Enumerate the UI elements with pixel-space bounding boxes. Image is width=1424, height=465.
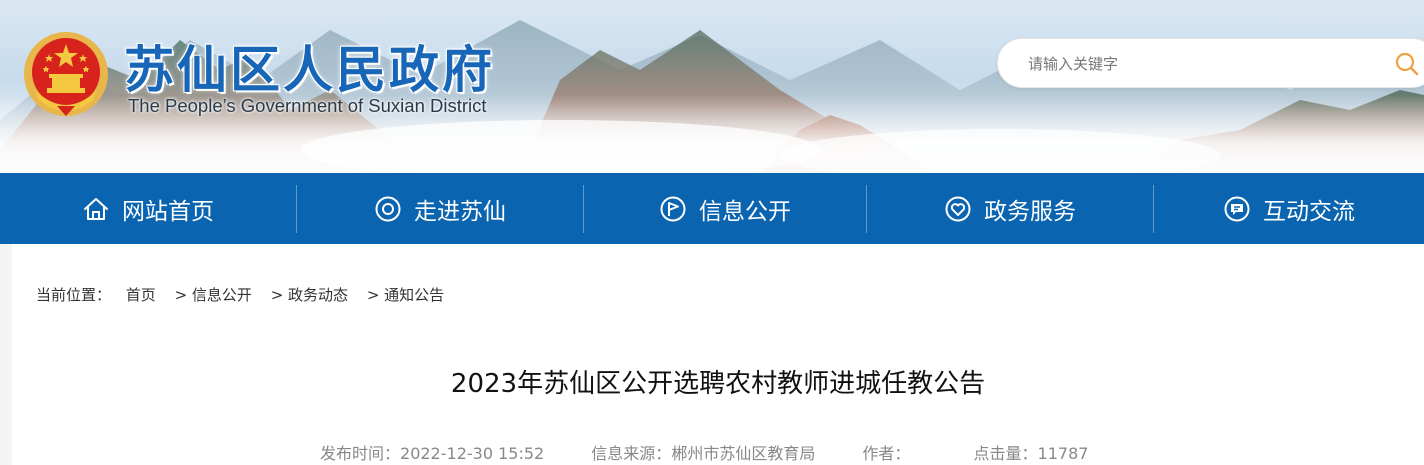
breadcrumb-home[interactable]: 首页 [126,284,156,305]
search-box [997,38,1424,88]
chat-circle-icon [1224,196,1250,221]
article-meta: 发布时间：2022-12-30 15:52 信息来源：郴州市苏仙区教育局 作者：… [320,440,1088,464]
search-icon[interactable] [1394,51,1420,77]
nav-item-label: 网站首页 [122,198,214,225]
breadcrumb-prefix: 当前位置： [36,286,112,304]
author-label: 作者： [862,444,911,463]
nav-item-label: 互动交流 [1263,198,1355,225]
source-value: 郴州市苏仙区教育局 [671,444,816,463]
main-nav: 网站首页 走进苏仙 信息公开 政务服务 互动交流 [0,173,1424,244]
breadcrumb-info-disclosure[interactable]: > 信息公开 [175,284,252,305]
views-label: 点击量： [973,444,1038,463]
publish-time-label: 发布时间： [320,444,401,463]
nav-item-about[interactable]: 走进苏仙 [297,173,583,244]
nav-item-home[interactable]: 网站首页 [0,173,296,244]
site-subtitle: The People’s Government of Suxian Distri… [128,95,487,116]
nav-item-gov-services[interactable]: 政务服务 [867,173,1153,244]
publish-time-value: 2022-12-30 15:52 [400,444,545,463]
breadcrumb-gov-news[interactable]: > 政务动态 [271,284,348,305]
nav-item-label: 走进苏仙 [414,198,506,225]
home-icon [84,197,108,220]
heart-circle-icon [945,196,971,221]
breadcrumb: 当前位置： 首页 > 信息公开 > 政务动态 > 通知公告 [36,284,444,305]
national-emblem-icon [24,32,108,116]
article-title: 2023年苏仙区公开选聘农村教师进城任教公告 [450,369,986,399]
breadcrumb-notices[interactable]: > 通知公告 [367,284,444,305]
article-container: 当前位置： 首页 > 信息公开 > 政务动态 > 通知公告 2023年苏仙区公开… [12,244,1424,465]
views-value: 11787 [1037,444,1089,463]
nav-item-interaction[interactable]: 互动交流 [1154,173,1424,244]
search-input[interactable] [1028,52,1368,76]
target-circle-icon [375,196,401,221]
header-banner: 苏仙区人民政府 The People’s Government of Suxia… [0,0,1424,173]
nav-item-label: 信息公开 [699,198,791,225]
source-label: 信息来源： [591,444,672,463]
nav-item-label: 政务服务 [984,198,1076,225]
nav-item-info-disclosure[interactable]: 信息公开 [584,173,866,244]
site-title: 苏仙区人民政府 [124,41,495,99]
flag-circle-icon [660,196,686,221]
